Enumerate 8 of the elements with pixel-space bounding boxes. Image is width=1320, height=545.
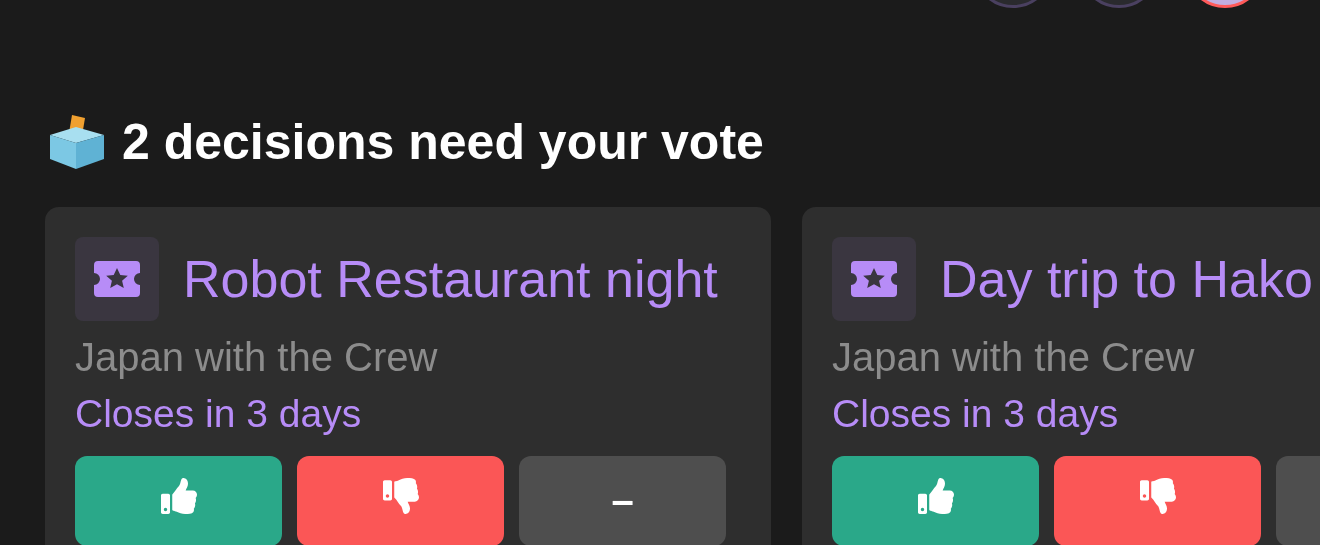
deadline-text: Closes in 3 days	[75, 392, 363, 436]
abstain-button[interactable]: –	[519, 456, 726, 545]
decision-title[interactable]: Day trip to Hako	[940, 249, 1313, 309]
trip-name: Japan with the Crew	[75, 335, 439, 380]
decision-title[interactable]: Robot Restaurant night	[183, 249, 718, 309]
deadline-text: Closes in 3 days	[832, 392, 1120, 436]
section-heading: 2 decisions need your vote	[122, 113, 764, 171]
trip-name: Japan with the Crew	[832, 335, 1196, 380]
